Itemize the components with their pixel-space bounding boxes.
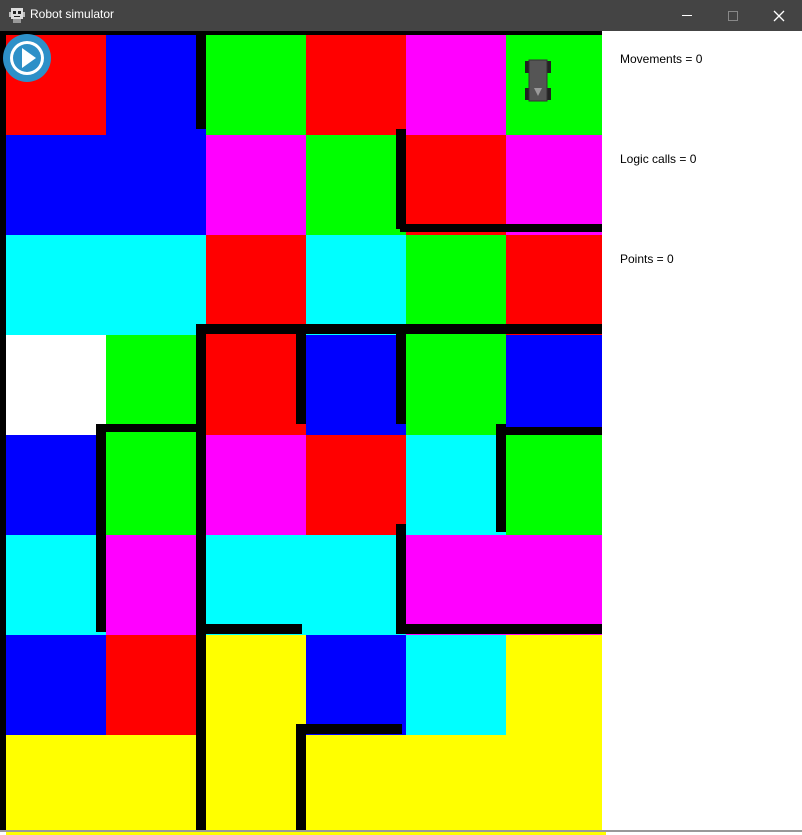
board-cell-cyan (406, 435, 506, 535)
board-cell-blue (6, 435, 106, 535)
wall-segment (396, 129, 406, 229)
board-cell-magenta (506, 535, 606, 635)
wall-segment (296, 724, 402, 734)
board-cell-yellow (306, 735, 406, 835)
play-button[interactable] (2, 33, 52, 83)
board-cell-cyan (306, 235, 406, 335)
wall-segment (196, 624, 302, 634)
board-cell-blue (106, 35, 206, 135)
board-cell-yellow (6, 735, 106, 835)
board-cell-yellow (506, 635, 606, 735)
board-cell-cyan (206, 535, 306, 635)
board-cell-blue (506, 335, 606, 435)
points-counter: Points = 0 (620, 252, 674, 266)
board-cell-red (306, 35, 406, 135)
close-icon (773, 10, 785, 22)
board-cell-magenta (106, 535, 206, 635)
wall-segment (196, 31, 206, 129)
wall-segment (496, 427, 602, 435)
board-cell-blue (6, 135, 106, 235)
wall-segment (396, 524, 406, 632)
board-cell-red (506, 235, 606, 335)
wall-segment (496, 424, 506, 532)
wall-segment (396, 324, 406, 424)
wall-segment (296, 324, 306, 424)
board-cell-yellow (406, 735, 506, 835)
board-cell-green (406, 335, 506, 435)
board-cell-magenta (206, 435, 306, 535)
title-bar: Robot simulator (0, 0, 802, 31)
close-button[interactable] (756, 0, 802, 31)
game-board (0, 31, 606, 835)
board-cell-yellow (106, 735, 206, 835)
board-cell-green (306, 135, 406, 235)
board-cell-green (106, 435, 206, 535)
movements-counter: Movements = 0 (620, 52, 703, 66)
board-cell-blue (306, 335, 406, 435)
board-cell-blue (306, 635, 406, 735)
wall-segment (96, 424, 106, 632)
maximize-icon (728, 11, 738, 21)
wall-segment (96, 424, 206, 432)
minimize-button[interactable] (664, 0, 710, 31)
play-icon (3, 34, 51, 82)
wall-segment (296, 724, 306, 832)
board-cell-magenta (206, 135, 306, 235)
board-cell-cyan (106, 235, 206, 335)
board-cell-magenta (506, 135, 606, 235)
board-cell-yellow (506, 735, 606, 835)
window-title: Robot simulator (30, 7, 115, 21)
board-cell-yellow (206, 635, 306, 735)
board-cell-green (106, 335, 206, 435)
board-cell-green (506, 435, 606, 535)
board-cell-yellow (206, 735, 306, 835)
board-cell-blue (106, 135, 206, 235)
board-cell-cyan (6, 235, 106, 335)
board-cell-magenta (406, 535, 506, 635)
board-cell-white (6, 335, 106, 435)
wall-segment (400, 324, 602, 334)
board-cell-cyan (306, 535, 406, 635)
wall-segment (400, 224, 602, 232)
board-cell-red (306, 435, 406, 535)
maximize-button[interactable] (710, 0, 756, 31)
logic-calls-counter: Logic calls = 0 (620, 152, 697, 166)
robot[interactable] (525, 59, 551, 102)
board-cell-red (106, 635, 206, 735)
board-cell-green (406, 235, 506, 335)
board-cell-red (406, 135, 506, 235)
wall-segment (396, 624, 602, 634)
minimize-icon (682, 15, 692, 16)
robot-icon (9, 7, 25, 23)
board-cell-red (206, 335, 306, 435)
board-cell-cyan (406, 635, 506, 735)
board-cell-green (506, 35, 606, 135)
stats-panel: Movements = 0 Logic calls = 0 Points = 0 (602, 31, 802, 832)
board-cell-red (206, 235, 306, 335)
board-cell-green (206, 35, 306, 135)
board-cell-blue (6, 635, 106, 735)
board-cell-cyan (6, 535, 106, 635)
board-cell-magenta (406, 35, 506, 135)
wall-segment (196, 324, 206, 832)
robot-icon (525, 59, 551, 102)
